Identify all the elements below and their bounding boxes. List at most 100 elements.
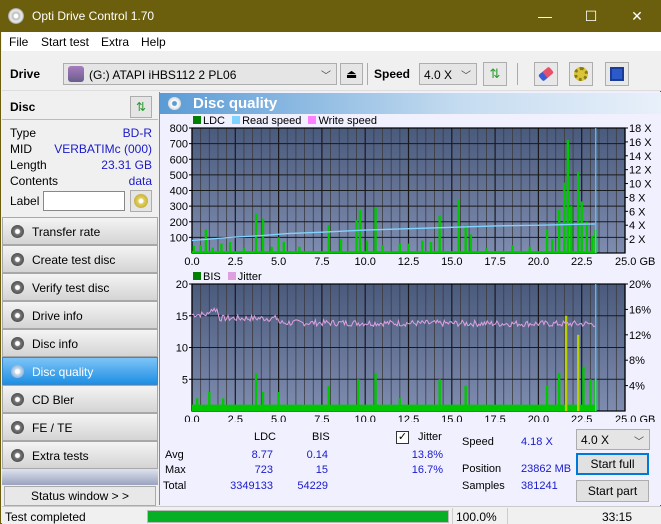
speed-stat-label: Speed bbox=[462, 436, 494, 448]
y-tick-label: 800 bbox=[170, 123, 188, 135]
transfer-rate-icon bbox=[11, 225, 24, 238]
y2-tick-label: 16% bbox=[629, 304, 651, 316]
position-value: 23862 MB bbox=[521, 463, 572, 475]
nav-extra-tests[interactable]: Extra tests bbox=[2, 441, 158, 469]
disc-refresh-button[interactable]: ⇅ bbox=[130, 96, 152, 118]
data-bar bbox=[277, 391, 280, 411]
save-button[interactable] bbox=[605, 62, 629, 86]
nav-label: Extra tests bbox=[32, 449, 89, 463]
fe-te-icon bbox=[11, 421, 24, 434]
menu-extra[interactable]: Extra bbox=[101, 35, 129, 49]
status-divider bbox=[507, 508, 508, 524]
y2-tick-label: 6 X bbox=[629, 206, 646, 218]
toolbar: Drive (G:) ATAPI iHBS112 2 PL06 ﹀ ⏏ Spee… bbox=[2, 51, 661, 91]
stats-max-label: Max bbox=[165, 464, 186, 476]
disc-mid-key: MID bbox=[10, 142, 32, 156]
nav-transfer-rate[interactable]: Transfer rate bbox=[2, 217, 158, 245]
chevron-down-icon: ﹀ bbox=[321, 71, 331, 82]
disc-quality-icon bbox=[11, 365, 24, 378]
disc-contents-key: Contents bbox=[10, 174, 59, 188]
maximize-button[interactable]: ☐ bbox=[568, 1, 614, 32]
settings-button[interactable] bbox=[569, 62, 593, 86]
close-button[interactable]: ✕ bbox=[614, 1, 660, 32]
nav-label: Drive info bbox=[32, 309, 83, 323]
nav-drive-info[interactable]: Drive info bbox=[2, 301, 158, 329]
speed-select[interactable]: 4.0 X ﹀ bbox=[419, 63, 477, 85]
test-speed-select[interactable]: 4.0 X ﹀ bbox=[576, 429, 650, 450]
disc-header: Disc ⇅ bbox=[2, 92, 158, 120]
data-bar bbox=[398, 398, 402, 411]
data-bar bbox=[577, 171, 580, 253]
data-bar bbox=[585, 221, 589, 253]
menu-start-test[interactable]: Start test bbox=[41, 35, 89, 49]
data-bar bbox=[580, 201, 583, 253]
data-bar bbox=[551, 238, 554, 253]
stats-col-bis: BIS bbox=[312, 431, 330, 443]
y2-tick-label: 4% bbox=[629, 381, 645, 393]
x-tick-label: 7.5 bbox=[314, 414, 329, 422]
drive-select[interactable]: (G:) ATAPI iHBS112 2 PL06 ﹀ bbox=[63, 63, 337, 85]
menu-help[interactable]: Help bbox=[141, 35, 166, 49]
data-bar bbox=[365, 240, 369, 253]
nav-create-test-disc[interactable]: Create test disc bbox=[2, 245, 158, 273]
status-window-button[interactable]: Status window > > bbox=[4, 486, 156, 506]
sidebar: Disc ⇅ Type BD-R MID VERBATIMc (000) Lengt… bbox=[2, 92, 158, 506]
toolbar-divider bbox=[517, 63, 518, 85]
floppy-icon bbox=[610, 67, 624, 81]
nav-disc-info[interactable]: Disc info bbox=[2, 329, 158, 357]
position-label: Position bbox=[462, 463, 502, 475]
data-bar bbox=[261, 391, 265, 411]
data-bar bbox=[211, 247, 214, 253]
data-bar bbox=[254, 372, 258, 411]
samples-value: 381241 bbox=[521, 480, 558, 492]
start-full-button[interactable]: Start full bbox=[576, 453, 649, 475]
disc-length-value: 23.31 GB bbox=[101, 158, 152, 172]
start-part-button[interactable]: Start part bbox=[576, 480, 649, 502]
x-tick-label: 12.5 bbox=[398, 414, 419, 422]
data-bar bbox=[355, 220, 358, 253]
app-window: Opti Drive Control 1.70 — ☐ ✕ File Start… bbox=[0, 0, 661, 524]
x-tick-label: 10.0 bbox=[354, 256, 375, 268]
jitter-checkbox[interactable]: ✓ bbox=[396, 431, 409, 444]
drive-value: (G:) ATAPI iHBS112 2 PL06 bbox=[89, 68, 237, 82]
eject-button[interactable]: ⏏ bbox=[340, 63, 363, 85]
x-tick-label: 22.5 bbox=[571, 256, 592, 268]
disc-mid-value: VERBATIMc (000) bbox=[54, 142, 152, 156]
nav-verify-test-disc[interactable]: Verify test disc bbox=[2, 273, 158, 301]
data-bar bbox=[590, 235, 594, 253]
menu-file[interactable]: File bbox=[9, 35, 28, 49]
minimize-button[interactable]: — bbox=[522, 1, 568, 32]
data-bar bbox=[220, 243, 223, 253]
refresh-button[interactable]: ⇅ bbox=[483, 62, 507, 86]
label-button[interactable] bbox=[130, 190, 152, 212]
nav-label: CD Bler bbox=[32, 393, 75, 407]
data-bar bbox=[438, 215, 441, 253]
eraser-icon bbox=[538, 66, 554, 82]
nav-cd-bler[interactable]: CD Bler bbox=[2, 385, 158, 413]
baseline-bars bbox=[192, 404, 596, 411]
x-tick-label: 5.0 bbox=[271, 256, 286, 268]
label-input[interactable] bbox=[43, 191, 125, 211]
y2-tick-label: 2 X bbox=[629, 234, 646, 246]
data-bar bbox=[398, 243, 402, 253]
x-tick-label: 12.5 bbox=[398, 256, 419, 268]
y2-tick-label: 16 X bbox=[629, 137, 652, 149]
data-bar bbox=[298, 246, 301, 253]
chevron-down-icon: ﹀ bbox=[461, 71, 471, 82]
data-bar bbox=[528, 246, 531, 253]
status-divider bbox=[452, 508, 453, 524]
x-tick-label: 2.5 bbox=[228, 414, 243, 422]
progress-percent: 100.0% bbox=[456, 510, 497, 524]
nav-disc-quality[interactable]: Disc quality bbox=[2, 357, 158, 385]
data-bar bbox=[358, 210, 362, 253]
avg-bis: 0.14 bbox=[306, 449, 328, 461]
erase-button[interactable] bbox=[534, 62, 558, 86]
x-tick-label: 2.5 bbox=[228, 256, 243, 268]
disc-title: Disc bbox=[10, 100, 36, 114]
y2-tick-label: 8 X bbox=[629, 192, 646, 204]
data-bar bbox=[589, 379, 592, 411]
x-tick-label: 15.0 bbox=[441, 256, 462, 268]
nav-fe-te[interactable]: FE / TE bbox=[2, 413, 158, 441]
progress-bar bbox=[147, 510, 449, 523]
total-ldc: 3349133 bbox=[230, 480, 273, 492]
